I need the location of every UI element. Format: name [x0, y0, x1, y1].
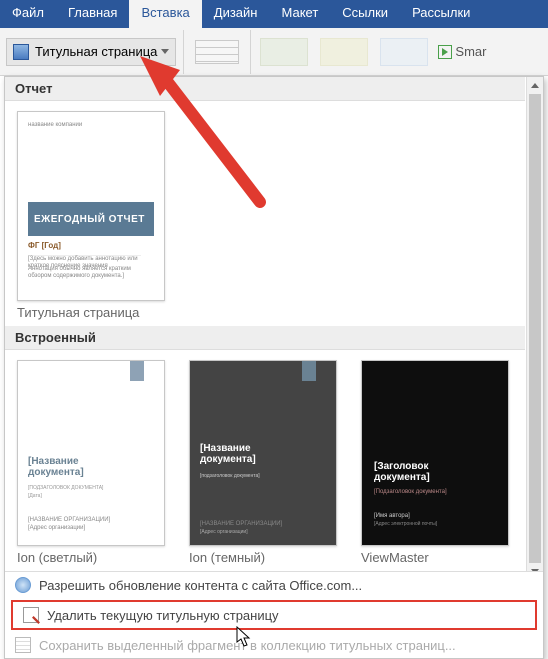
- menu-tabs: Файл Главная Вставка Дизайн Макет Ссылки…: [0, 0, 548, 28]
- smartart-button[interactable]: Smar: [438, 44, 486, 59]
- tab-layout[interactable]: Макет: [269, 0, 330, 28]
- shapes-icon[interactable]: [380, 38, 428, 66]
- cover-tile-caption: Ion (темный): [189, 550, 337, 565]
- tab-insert[interactable]: Вставка: [129, 0, 201, 28]
- ribbon: Титульная страница Smar: [0, 28, 548, 76]
- remove-cover-page-item[interactable]: Удалить текущую титульную страницу: [13, 602, 535, 628]
- tab-design[interactable]: Дизайн: [202, 0, 270, 28]
- cover-tile-caption: Ion (светлый): [17, 550, 165, 565]
- cover-page-icon: [13, 44, 29, 60]
- ribbon-divider: [183, 30, 184, 74]
- gallery-footer: Разрешить обновление контента с сайта Of…: [5, 571, 543, 658]
- cover-tile-viewmaster[interactable]: [Заголовок документа] [Подзаголовок доку…: [361, 360, 509, 565]
- chevron-down-icon: [161, 49, 169, 54]
- cover-page-button-label: Титульная страница: [35, 44, 157, 59]
- pictures-icon[interactable]: [260, 38, 308, 66]
- tab-mailings[interactable]: Рассылки: [400, 0, 482, 28]
- smartart-label: Smar: [455, 44, 486, 59]
- online-pictures-icon[interactable]: [320, 38, 368, 66]
- allow-office-update-item[interactable]: Разрешить обновление контента с сайта Of…: [5, 572, 543, 598]
- allow-office-update-label: Разрешить обновление контента с сайта Of…: [39, 578, 362, 593]
- cover-page-button[interactable]: Титульная страница: [6, 38, 176, 66]
- save-to-gallery-icon: [15, 637, 31, 653]
- scroll-up-icon[interactable]: [527, 77, 543, 94]
- remove-page-icon: [23, 607, 39, 623]
- cover-tile-caption: Титульная страница: [17, 305, 165, 320]
- cover-tile-annual-report[interactable]: название компании ЕЖЕГОДНЫЙ ОТЧЕТ ФГ [Го…: [17, 111, 165, 320]
- tab-home[interactable]: Главная: [56, 0, 129, 28]
- save-selection-label: Сохранить выделенный фрагмент в коллекци…: [39, 638, 456, 653]
- scroll-thumb[interactable]: [529, 94, 541, 563]
- cover-thumbnail: название компании ЕЖЕГОДНЫЙ ОТЧЕТ ФГ [Го…: [17, 111, 165, 301]
- gallery-section-builtin: Встроенный: [5, 326, 525, 350]
- tab-file[interactable]: Файл: [0, 0, 56, 28]
- cover-thumbnail: [Название документа] [ПОДЗАГОЛОВОК ДОКУМ…: [17, 360, 165, 546]
- cover-tile-ion-light[interactable]: [Название документа] [ПОДЗАГОЛОВОК ДОКУМ…: [17, 360, 165, 565]
- smartart-icon: [438, 45, 452, 59]
- cover-thumbnail: [Заголовок документа] [Подзаголовок доку…: [361, 360, 509, 546]
- cover-tile-ion-dark[interactable]: [Название документа] [подзаголовок докум…: [189, 360, 337, 565]
- tab-references[interactable]: Ссылки: [330, 0, 400, 28]
- table-icon[interactable]: [193, 38, 241, 66]
- cover-page-gallery: Отчет название компании ЕЖЕГОДНЫЙ ОТЧЕТ …: [4, 76, 544, 659]
- globe-icon: [15, 577, 31, 593]
- remove-cover-page-label: Удалить текущую титульную страницу: [47, 608, 279, 623]
- gallery-section-report: Отчет: [5, 77, 525, 101]
- vertical-scrollbar[interactable]: [526, 77, 543, 580]
- cover-tile-caption: ViewMaster: [361, 550, 509, 565]
- save-selection-item: Сохранить выделенный фрагмент в коллекци…: [5, 632, 543, 658]
- ribbon-divider: [250, 30, 251, 74]
- cover-thumbnail: [Название документа] [подзаголовок докум…: [189, 360, 337, 546]
